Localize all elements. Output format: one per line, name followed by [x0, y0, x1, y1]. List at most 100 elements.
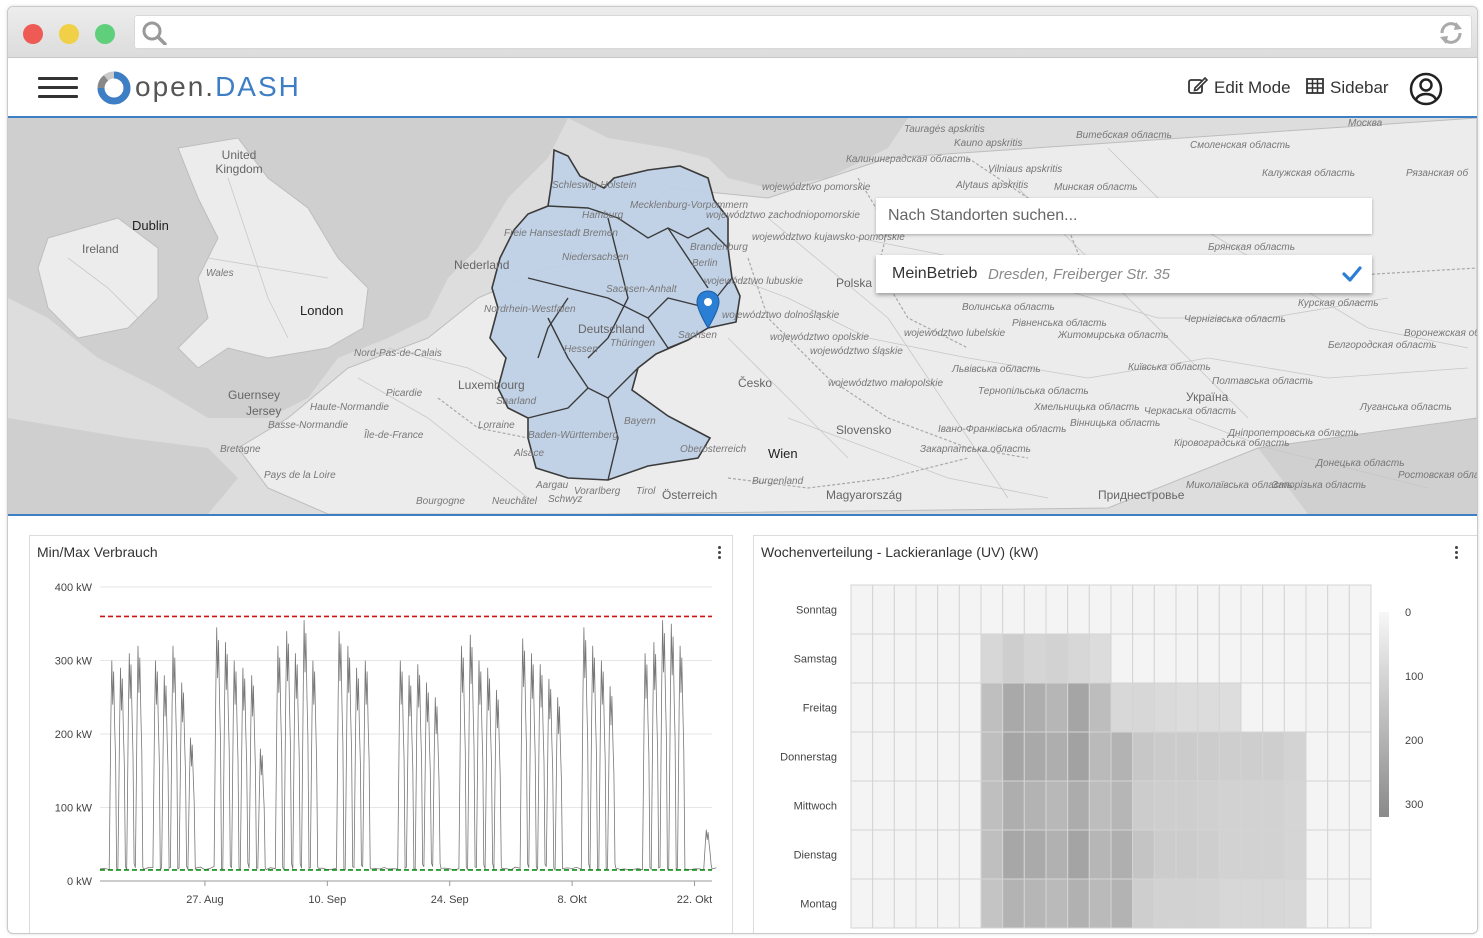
user-account-icon[interactable]: [1409, 72, 1443, 111]
location-pin-icon[interactable]: [696, 290, 720, 335]
map-label-ukraina: Україна: [1186, 390, 1229, 404]
map-label-ireland: Ireland: [82, 242, 119, 256]
edit-mode-button[interactable]: Edit Mode: [1188, 76, 1291, 100]
heatmap-cell: [1153, 731, 1177, 782]
heatmap-cell: [937, 780, 960, 831]
map-label-ivano: Івано-Франківська область: [938, 424, 1067, 435]
min-max-chart-panel: Min/Max Verbrauch 0 kW 100 kW 200 kW 300 kW…: [29, 535, 733, 933]
heatmap-cell: [1197, 633, 1220, 684]
heatmap-cell: [915, 878, 939, 929]
map-label-luxembourg: Luxembourg: [458, 378, 525, 392]
y-tick-label: 200 kW: [55, 729, 93, 741]
map-label-ryazan: Рязанская об: [1406, 168, 1469, 179]
map-label-sachsen-anhalt: Sachsen-Anhalt: [606, 284, 677, 295]
heatmap-cell: [1240, 584, 1264, 635]
heatmap-cell: [1175, 829, 1199, 880]
heatmap-cell: [915, 633, 939, 684]
heatmap-y-label: Dienstag: [794, 850, 837, 862]
minimize-window-button[interactable]: [59, 24, 79, 44]
heatmap-cell: [872, 682, 895, 733]
heatmap-cell: [1067, 584, 1090, 635]
heatmap-cell: [1153, 878, 1177, 929]
sidebar-toggle-button[interactable]: Sidebar: [1306, 76, 1389, 100]
heatmap-cell: [893, 829, 917, 880]
reload-icon[interactable]: [1438, 21, 1464, 50]
app-logo-text: open.DASH: [135, 71, 301, 103]
heatmap-cell: [1088, 878, 1112, 929]
heatmap-cell: [958, 829, 982, 880]
heatmap-cell: [850, 780, 874, 831]
map-label-voronezh: Воронежская об: [1404, 328, 1477, 339]
heatmap-cell: [1088, 731, 1112, 782]
heatmap-cell: [1088, 584, 1112, 635]
location-map[interactable]: Dublin Ireland United Kingdom Wales Lond…: [8, 118, 1477, 516]
map-label-oberoesterreich: Oberösterreich: [680, 444, 747, 455]
heatmap-cell: [980, 780, 1004, 831]
heatmap-cell: [1067, 878, 1090, 929]
map-label-neuchatel: Neuchâtel: [492, 496, 538, 507]
heatmap-cell: [1175, 731, 1199, 782]
map-label-opolskie: województwo opolskie: [770, 332, 869, 343]
map-label-moskva: Москва: [1348, 118, 1383, 129]
heatmap-cell: [1327, 829, 1350, 880]
heatmap-cell: [1132, 829, 1155, 880]
heatmap-cell: [1002, 731, 1025, 782]
opendash-logo-icon: [96, 70, 132, 111]
browser-titlebar: [8, 7, 1477, 58]
heatmap-cell: [980, 584, 1004, 635]
heatmap-cell: [1218, 682, 1242, 733]
heatmap-cell: [1175, 780, 1199, 831]
heatmap-cell: [1305, 829, 1329, 880]
heatmap-cell: [958, 780, 982, 831]
heatmap-cell: [872, 780, 895, 831]
heatmap-cell: [1262, 682, 1285, 733]
map-label-wales: Wales: [206, 268, 234, 279]
map-label-lubelskie: województwo lubelskie: [904, 328, 1006, 339]
map-label-minsk: Минская область: [1054, 182, 1138, 193]
browser-window: open.DASH Edit Mode Sidebar Dublin Irela…: [7, 6, 1478, 934]
heatmap-cell: [1067, 829, 1090, 880]
heatmap-cell: [980, 682, 1004, 733]
location-search-input[interactable]: [886, 198, 1360, 234]
heatmap-cell: [1218, 633, 1242, 684]
heatmap-cell: [1110, 633, 1134, 684]
map-label-rivne: Рівненська область: [1012, 318, 1107, 329]
address-bar[interactable]: [134, 15, 1472, 49]
heatmap-cell: [1218, 829, 1242, 880]
x-tick-label: 8. Okt: [557, 894, 586, 906]
location-result-item[interactable]: MeinBetrieb Dresden, Freiberger Str. 35: [876, 255, 1372, 293]
map-label-vinnytsia: Вінницька область: [1070, 418, 1161, 429]
heatmap-cell: [915, 731, 939, 782]
maximize-window-button[interactable]: [95, 24, 115, 44]
heatmap-cell: [1088, 682, 1112, 733]
heatmap-cell: [1002, 584, 1025, 635]
heatmap-cell: [1283, 878, 1307, 929]
logo-text-main: open.: [135, 71, 216, 102]
map-label-bayern: Bayern: [624, 416, 656, 427]
heatmap-cell: [1240, 633, 1264, 684]
heatmap-cell: [1240, 731, 1264, 782]
map-label-ile-de-france: Île-de-France: [364, 430, 424, 441]
heatmap-cell: [1262, 878, 1285, 929]
heatmap-cell: [1327, 878, 1350, 929]
map-label-thueringen: Thüringen: [610, 338, 656, 349]
heatmap-cell: [1002, 829, 1025, 880]
heatmap-cell: [1023, 780, 1047, 831]
heatmap-cell: [980, 878, 1004, 929]
map-label-nederland: Nederland: [454, 258, 510, 272]
map-label-zhytomyr: Житомирська область: [1058, 330, 1169, 341]
close-window-button[interactable]: [23, 24, 43, 44]
table-icon: [1306, 77, 1324, 99]
heatmap-cell: [1002, 682, 1025, 733]
heatmap-cell: [1067, 731, 1090, 782]
heatmap-y-label: Sonntag: [796, 605, 837, 617]
heatmap-cell: [1262, 584, 1285, 635]
heatmap-cell: [893, 584, 917, 635]
heatmap-cell: [1088, 780, 1112, 831]
heatmap-cell: [1240, 780, 1264, 831]
map-label-taurages: Tauragės apskritis: [904, 124, 985, 135]
hamburger-menu-icon[interactable]: [37, 76, 79, 98]
map-label-luhansk: Луганська область: [1360, 402, 1452, 413]
map-label-nord-pas: Nord-Pas-de-Calais: [354, 348, 442, 359]
map-label-polska: Polska: [836, 276, 873, 290]
